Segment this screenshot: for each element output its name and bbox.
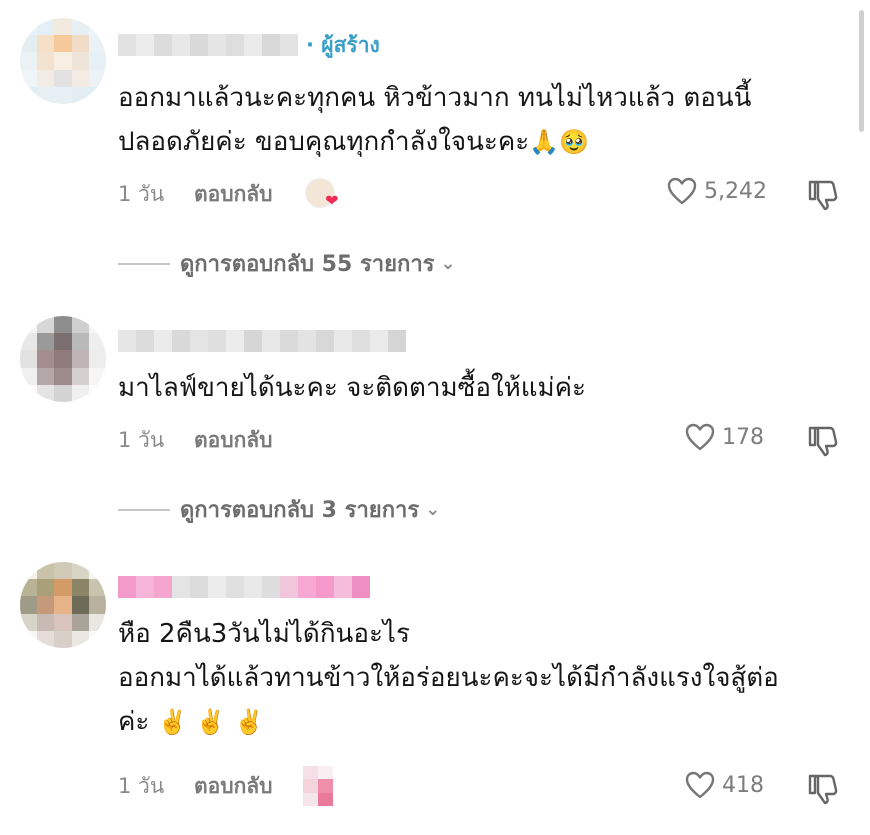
creator-liked-badge: ❤: [303, 176, 339, 212]
heart-outline-icon: [685, 423, 715, 451]
thumbs-down-outline-icon[interactable]: [806, 178, 840, 212]
comment-line: ค่ะ ✌️ ✌️ ✌️: [118, 707, 264, 737]
like-button[interactable]: 178: [684, 422, 764, 452]
username-blurred[interactable]: [118, 34, 298, 56]
username-row: [118, 574, 370, 600]
view-replies-button[interactable]: ดูการตอบกลับ 3 รายการ ⌄: [118, 492, 440, 527]
comment-line: ออกมาแล้วนะคะทุกคน หิวข้าวมาก ทนไม่ไหวแล…: [118, 83, 752, 113]
view-replies-label: ดูการตอบกลับ 3 รายการ: [180, 498, 420, 523]
comment-text: หือ 2คืน3วันไม่ได้กินอะไร ออกมาได้แล้วทา…: [118, 612, 858, 744]
comment-line: มาไลฟ์ขายได้นะคะ จะติดตามซื้อให้แม่ค่ะ: [118, 373, 587, 403]
creator-badge: · ผู้สร้าง: [306, 32, 380, 57]
avatar[interactable]: [20, 18, 106, 104]
divider-line: [118, 262, 170, 265]
username-row: · ผู้สร้าง: [118, 32, 380, 58]
comment-line: ปลอดภัยค่ะ ขอบคุณทุกกำลังใจนะคะ🙏🥹: [118, 127, 589, 157]
pleading-face-emoji: 🥹: [559, 128, 589, 156]
avatar[interactable]: [20, 562, 106, 648]
heart-outline-icon: [685, 771, 715, 799]
chevron-down-icon: ⌄: [440, 253, 456, 274]
divider-line: [118, 508, 170, 511]
reply-button[interactable]: ตอบกลับ: [194, 178, 273, 211]
timestamp: 1 วัน: [118, 427, 165, 452]
comment-text: ออกมาแล้วนะคะทุกคน หิวข้าวมาก ทนไม่ไหวแล…: [118, 76, 858, 164]
like-count: 418: [722, 772, 764, 798]
thumbs-down-outline-icon[interactable]: [806, 424, 840, 458]
heart-outline-icon: [667, 177, 697, 205]
like-count: 178: [722, 424, 764, 450]
timestamp: 1 วัน: [118, 181, 165, 206]
chevron-down-icon: ⌄: [425, 499, 441, 520]
victory-hand-emoji: ✌️: [195, 708, 226, 736]
comment-line: หือ 2คืน3วันไม่ได้กินอะไร: [118, 619, 410, 649]
comment-line: ออกมาได้แล้วทานข้าวให้อร่อยนะคะจะได้มีกำ…: [118, 663, 779, 693]
username-blurred[interactable]: [118, 330, 406, 352]
scrollbar[interactable]: [859, 10, 864, 132]
thumbs-down-outline-icon[interactable]: [806, 772, 840, 806]
comment-text: มาไลฟ์ขายได้นะคะ จะติดตามซื้อให้แม่ค่ะ: [118, 366, 858, 410]
view-replies-label: ดูการตอบกลับ 55 รายการ: [180, 252, 435, 277]
username-row: [118, 328, 406, 354]
reply-button[interactable]: ตอบกลับ: [194, 770, 273, 803]
like-button[interactable]: 418: [684, 770, 764, 800]
like-count: 5,242: [704, 178, 767, 204]
view-replies-button[interactable]: ดูการตอบกลับ 55 รายการ ⌄: [118, 246, 456, 281]
victory-hand-emoji: ✌️: [157, 708, 188, 736]
like-button[interactable]: 5,242: [666, 176, 767, 206]
username-blurred[interactable]: [118, 576, 370, 598]
heart-icon: ❤: [325, 191, 339, 210]
liked-by-badge-blurred: [302, 766, 333, 806]
victory-hand-emoji: ✌️: [233, 708, 264, 736]
avatar[interactable]: [20, 316, 106, 402]
reply-button[interactable]: ตอบกลับ: [194, 424, 273, 457]
pray-emoji: 🙏: [529, 128, 560, 156]
timestamp: 1 วัน: [118, 773, 165, 798]
